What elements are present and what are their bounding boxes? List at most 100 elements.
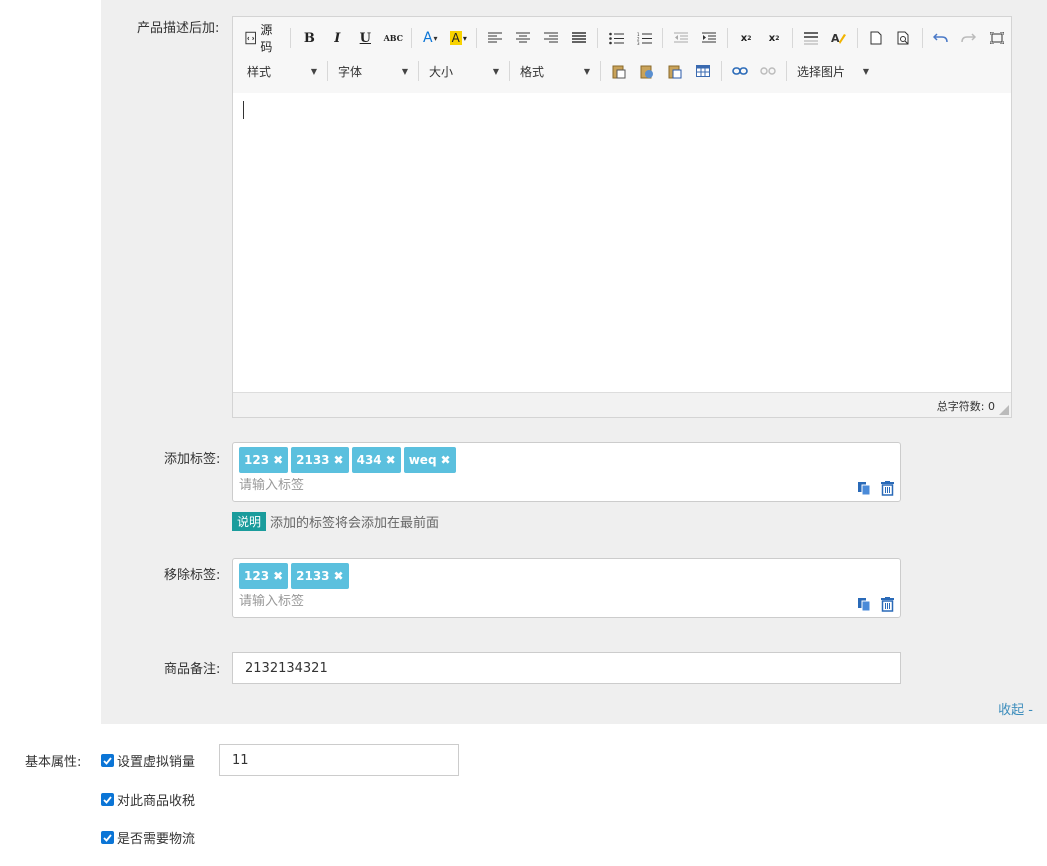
bold-button[interactable]: B xyxy=(298,27,320,49)
source-button-label: 源码 xyxy=(260,23,273,54)
remove-tags-box[interactable]: 123 ✖ 2133 ✖ xyxy=(232,558,901,618)
superscript-button[interactable]: x2 xyxy=(763,27,785,49)
resize-grip-icon[interactable] xyxy=(999,405,1009,415)
add-tags-box[interactable]: 123 ✖ 2133 ✖ 434 ✖ weq ✖ xyxy=(232,442,901,502)
tag-chip: 123 ✖ xyxy=(239,563,289,589)
subscript-button[interactable]: x2 xyxy=(735,27,757,49)
undo-icon xyxy=(933,33,949,43)
tag-text: 434 xyxy=(356,453,382,467)
align-right-button[interactable] xyxy=(540,27,562,49)
outdent-button[interactable] xyxy=(670,27,692,49)
remove-tag-icon[interactable]: ✖ xyxy=(334,569,344,583)
source-icon xyxy=(245,31,256,45)
tax-label: 对此商品收税 xyxy=(117,794,196,809)
remove-tag-icon[interactable]: ✖ xyxy=(334,453,344,467)
redo-button[interactable] xyxy=(958,27,980,49)
product-desc-label: 产品描述后加: xyxy=(137,21,220,36)
underline-button[interactable]: U xyxy=(354,27,376,49)
virtual-sales-checkbox[interactable] xyxy=(101,754,114,767)
virtual-sales-option: 设置虚拟销量 xyxy=(101,751,195,770)
logistics-option: 是否需要物流 xyxy=(101,828,195,847)
font-color-button[interactable]: A ▾ xyxy=(419,27,441,49)
numbered-list-button[interactable]: 123 xyxy=(633,27,655,49)
svg-text:A: A xyxy=(831,32,840,45)
chevron-down-icon: ▼ xyxy=(310,66,317,76)
align-left-button[interactable] xyxy=(484,27,506,49)
italic-button[interactable]: I xyxy=(326,27,348,49)
tag-actions xyxy=(857,481,894,496)
editor-toolbar: 源码 B I U ABC A ▾ A ▾ 123 x2 x2 A 样式 ▼ 字体… xyxy=(233,17,1011,94)
tag-text: 2133 xyxy=(296,453,330,467)
virtual-sales-input[interactable] xyxy=(219,744,459,776)
editor-statusbar: 总字符数: 0 xyxy=(233,392,1011,417)
check-icon xyxy=(103,833,112,842)
copy-icon[interactable] xyxy=(857,481,871,495)
collapse-link[interactable]: 收起 - xyxy=(998,699,1033,718)
remove-tags-label: 移除标签: xyxy=(164,568,221,583)
tag-text: 123 xyxy=(244,453,270,467)
new-document-button[interactable] xyxy=(865,27,887,49)
font-size-select[interactable]: 大小 ▼ xyxy=(423,60,505,82)
insert-table-button[interactable] xyxy=(692,60,714,82)
remove-tag-icon[interactable]: ✖ xyxy=(273,453,283,467)
preview-icon xyxy=(897,31,909,45)
logistics-checkbox[interactable] xyxy=(101,831,114,844)
paste-word-button[interactable] xyxy=(664,60,686,82)
numbered-list-icon: 123 xyxy=(637,32,652,45)
paste-icon xyxy=(612,65,626,78)
bullet-list-icon xyxy=(608,32,624,44)
tag-chip: 123 ✖ xyxy=(239,447,289,473)
add-tag-input[interactable] xyxy=(239,478,639,493)
paste-text-button[interactable] xyxy=(636,60,658,82)
unlink-button[interactable] xyxy=(757,60,779,82)
style-select[interactable]: 样式 ▼ xyxy=(241,60,323,82)
style-select-label: 样式 xyxy=(247,64,272,79)
remove-tag-icon[interactable]: ✖ xyxy=(386,453,396,467)
link-icon xyxy=(732,67,748,75)
tag-actions xyxy=(857,597,894,612)
indent-button[interactable] xyxy=(698,27,720,49)
strikethrough-button[interactable]: ABC xyxy=(382,27,404,49)
toolbar-divider xyxy=(411,28,413,48)
toolbar-divider xyxy=(792,28,794,48)
remark-input[interactable] xyxy=(232,652,901,684)
paste-word-icon xyxy=(668,65,682,78)
insert-link-button[interactable] xyxy=(729,60,751,82)
bullet-list-button[interactable] xyxy=(605,27,627,49)
remove-tag-icon[interactable]: ✖ xyxy=(273,569,283,583)
tag-text: 2133 xyxy=(296,569,330,583)
align-justify-button[interactable] xyxy=(568,27,590,49)
toolbar-row-1: 源码 B I U ABC A ▾ A ▾ 123 x2 x2 A xyxy=(241,23,1011,54)
toolbar-row-2: 样式 ▼ 字体 ▼ 大小 ▼ 格式 ▼ 选择图片 ▼ xyxy=(241,57,875,85)
virtual-sales-label: 设置虚拟销量 xyxy=(117,755,196,770)
preview-button[interactable] xyxy=(893,27,915,49)
fullscreen-button[interactable] xyxy=(986,27,1008,49)
align-center-icon xyxy=(516,32,531,43)
clear-format-button[interactable]: A xyxy=(828,27,850,49)
source-button[interactable]: 源码 xyxy=(244,23,283,54)
remove-tags-list: 123 ✖ 2133 ✖ xyxy=(239,563,349,589)
undo-button[interactable] xyxy=(930,27,952,49)
highlight-color-button[interactable]: A ▾ xyxy=(447,27,469,49)
copy-icon[interactable] xyxy=(857,597,871,611)
font-size-select-label: 大小 xyxy=(429,64,454,79)
align-center-button[interactable] xyxy=(512,27,534,49)
tag-text: weq xyxy=(408,453,437,467)
add-tags-label: 添加标签: xyxy=(164,452,221,467)
editor-content-area[interactable] xyxy=(233,93,1011,393)
select-image-label: 选择图片 xyxy=(797,64,846,79)
trash-icon[interactable] xyxy=(881,597,894,612)
remove-tag-icon[interactable]: ✖ xyxy=(441,453,451,467)
tax-checkbox[interactable] xyxy=(101,793,114,806)
remove-tag-input[interactable] xyxy=(239,594,639,609)
check-icon xyxy=(103,795,112,804)
word-count-label: 总字符数: xyxy=(936,400,985,413)
toolbar-divider xyxy=(721,61,722,81)
trash-icon[interactable] xyxy=(881,481,894,496)
font-family-select[interactable]: 字体 ▼ xyxy=(332,60,414,82)
paste-text-icon xyxy=(640,65,653,78)
format-select[interactable]: 格式 ▼ xyxy=(514,60,596,82)
select-image-button[interactable]: 选择图片 ▼ xyxy=(791,60,875,82)
horizontal-rule-button[interactable] xyxy=(800,27,822,49)
paste-button[interactable] xyxy=(608,60,630,82)
